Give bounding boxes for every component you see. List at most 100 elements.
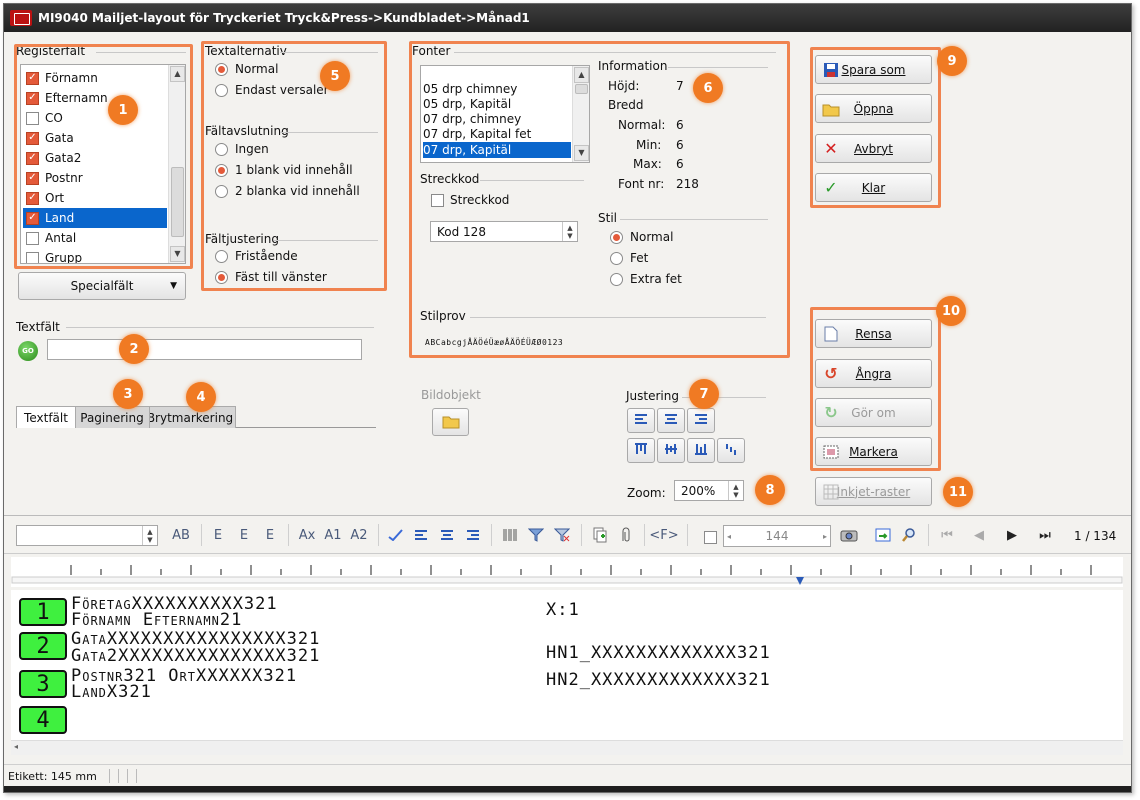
font-item[interactable]: 05 drp, Kapitäl: [423, 97, 571, 111]
font-item[interactable]: 05 drp chimney: [423, 82, 571, 96]
cancel-button[interactable]: ✕ Avbryt: [815, 134, 932, 163]
align-left-button[interactable]: [627, 408, 655, 433]
option-endast-versaler[interactable]: Endast versaler: [215, 83, 329, 97]
doc-right-2[interactable]: HN1_XXXXXXXXXXXXX321: [546, 645, 771, 662]
font-item-selected[interactable]: 07 drp, Kapitäl: [423, 142, 571, 158]
last-page-icon[interactable]: ⏭: [1032, 523, 1058, 547]
checkbox[interactable]: [431, 193, 444, 207]
tab-paginering[interactable]: Paginering: [74, 406, 150, 428]
a1-button[interactable]: A1: [320, 523, 346, 547]
font-item[interactable]: 07 drp, chimney: [423, 112, 571, 126]
scroll-thumb[interactable]: [575, 84, 588, 94]
streckkod-checkbox[interactable]: Streckkod: [431, 193, 509, 207]
font-list[interactable]: 05 drp chimney 05 drp, Kapitäl 07 drp, c…: [420, 65, 590, 163]
tab-textfalt[interactable]: Textfält: [16, 406, 76, 428]
ax-button[interactable]: Ax: [294, 523, 320, 547]
option-normal[interactable]: Normal: [215, 62, 278, 76]
stil-title: Stil: [598, 211, 621, 225]
spinner-icon[interactable]: ▲ ▼: [728, 481, 743, 500]
doc-line-1b[interactable]: Förnamn Efternamn21: [71, 612, 242, 629]
camera-icon[interactable]: [836, 523, 862, 547]
prev-page-icon[interactable]: ◀: [966, 523, 992, 547]
first-page-icon[interactable]: ⏮: [934, 523, 960, 547]
scroll-down-icon[interactable]: ▼: [574, 145, 589, 161]
field-code-button[interactable]: <F>: [649, 523, 678, 547]
left-arrow-icon[interactable]: ◂: [727, 532, 731, 541]
barcode-select[interactable]: Kod 128 ▲ ▼: [430, 221, 578, 242]
radio-button[interactable]: [610, 230, 623, 244]
option-fristaende[interactable]: Fristående: [215, 249, 298, 263]
doc-line-3b[interactable]: LandX321: [71, 684, 152, 701]
align-center-button[interactable]: [657, 408, 685, 433]
barcode-icon[interactable]: [498, 523, 522, 547]
radio-button[interactable]: [215, 163, 228, 177]
undo-button[interactable]: ↺ Ångra: [815, 359, 932, 388]
tab-brytmarkering[interactable]: Brytmarkering: [144, 406, 236, 428]
font-item[interactable]: 07 drp, Kapital fet: [423, 127, 571, 141]
align-right-button[interactable]: [687, 408, 715, 433]
radio-button[interactable]: [215, 62, 228, 76]
align-right-icon[interactable]: [461, 523, 485, 547]
spinner-icon[interactable]: ▲ ▼: [142, 526, 157, 545]
redo-button[interactable]: ↻ Gör om: [815, 398, 932, 427]
mark-button[interactable]: Markera: [815, 437, 932, 466]
e-button-3[interactable]: E: [258, 523, 282, 547]
radio-button[interactable]: [215, 249, 228, 263]
align-left-icon[interactable]: [409, 523, 433, 547]
special-field-button[interactable]: Specialfält ▼: [18, 272, 186, 300]
radio-button[interactable]: [610, 251, 623, 265]
font-scrollbar[interactable]: ▲ ▼: [572, 66, 589, 162]
stil-fet[interactable]: Fet: [610, 251, 648, 265]
align-stagger-button[interactable]: [717, 438, 745, 463]
option-1-blank[interactable]: 1 blank vid innehåll: [215, 163, 353, 177]
save-as-button[interactable]: Spara som: [815, 55, 932, 84]
open-button[interactable]: Öppna: [815, 94, 932, 123]
option-fast-till-vanster[interactable]: Fäst till vänster: [215, 270, 327, 284]
a2-button[interactable]: A2: [346, 523, 372, 547]
filter-icon[interactable]: [524, 523, 548, 547]
stil-extra-fet[interactable]: Extra fet: [610, 272, 682, 286]
filter-clear-icon[interactable]: [550, 523, 574, 547]
doc-line-2b[interactable]: Gata2XXXXXXXXXXXXXXX321: [71, 648, 320, 665]
export-icon[interactable]: [871, 523, 895, 547]
copy-add-icon[interactable]: [588, 523, 612, 547]
image-object-button[interactable]: [432, 408, 469, 436]
radio-button[interactable]: [215, 270, 228, 284]
e-button-2[interactable]: E: [232, 523, 256, 547]
position-input[interactable]: ◂ 144 ▸: [723, 525, 831, 547]
attach-icon[interactable]: [614, 523, 638, 547]
right-arrow-icon[interactable]: ▸: [823, 532, 827, 541]
zoom-icon[interactable]: [897, 523, 921, 547]
scroll-left-icon[interactable]: ◂: [14, 742, 18, 751]
font-select[interactable]: ▲ ▼: [16, 525, 158, 546]
horizontal-scrollbar[interactable]: ◂: [11, 740, 1123, 755]
wrap-icon[interactable]: [384, 523, 408, 547]
ab-button[interactable]: AB: [167, 523, 195, 547]
stil-normal[interactable]: Normal: [610, 230, 673, 244]
ruler[interactable]: [11, 557, 1123, 587]
document-canvas[interactable]: 1 FöretagXXXXXXXXXX321 Förnamn Efternamn…: [11, 590, 1123, 740]
doc-right-3[interactable]: HN2_XXXXXXXXXXXXX321: [546, 672, 771, 689]
done-button[interactable]: ✓ Klar: [815, 173, 932, 202]
scroll-up-icon[interactable]: ▲: [574, 67, 589, 83]
align-bottom-button[interactable]: [687, 438, 715, 463]
radio-button[interactable]: [215, 184, 228, 198]
textfield-input[interactable]: [47, 339, 362, 360]
align-top-button[interactable]: [627, 438, 655, 463]
go-icon[interactable]: GO: [18, 341, 38, 361]
doc-right-1[interactable]: X:1: [546, 602, 580, 619]
inkjet-raster-button[interactable]: Inkjet-raster: [815, 477, 932, 506]
align-middle-button[interactable]: [657, 438, 685, 463]
toolbar-checkbox[interactable]: [704, 531, 717, 544]
clear-button[interactable]: Rensa: [815, 319, 932, 348]
spinner-icon[interactable]: ▲ ▼: [562, 222, 577, 241]
radio-button[interactable]: [610, 272, 623, 286]
radio-button[interactable]: [215, 142, 228, 156]
e-button-1[interactable]: E: [206, 523, 230, 547]
align-center-icon[interactable]: [435, 523, 459, 547]
option-ingen[interactable]: Ingen: [215, 142, 269, 156]
radio-button[interactable]: [215, 83, 228, 97]
zoom-input[interactable]: 200% ▲ ▼: [674, 480, 744, 501]
next-page-icon[interactable]: ▶: [999, 523, 1025, 547]
option-2-blanka[interactable]: 2 blanka vid innehåll: [215, 184, 360, 198]
